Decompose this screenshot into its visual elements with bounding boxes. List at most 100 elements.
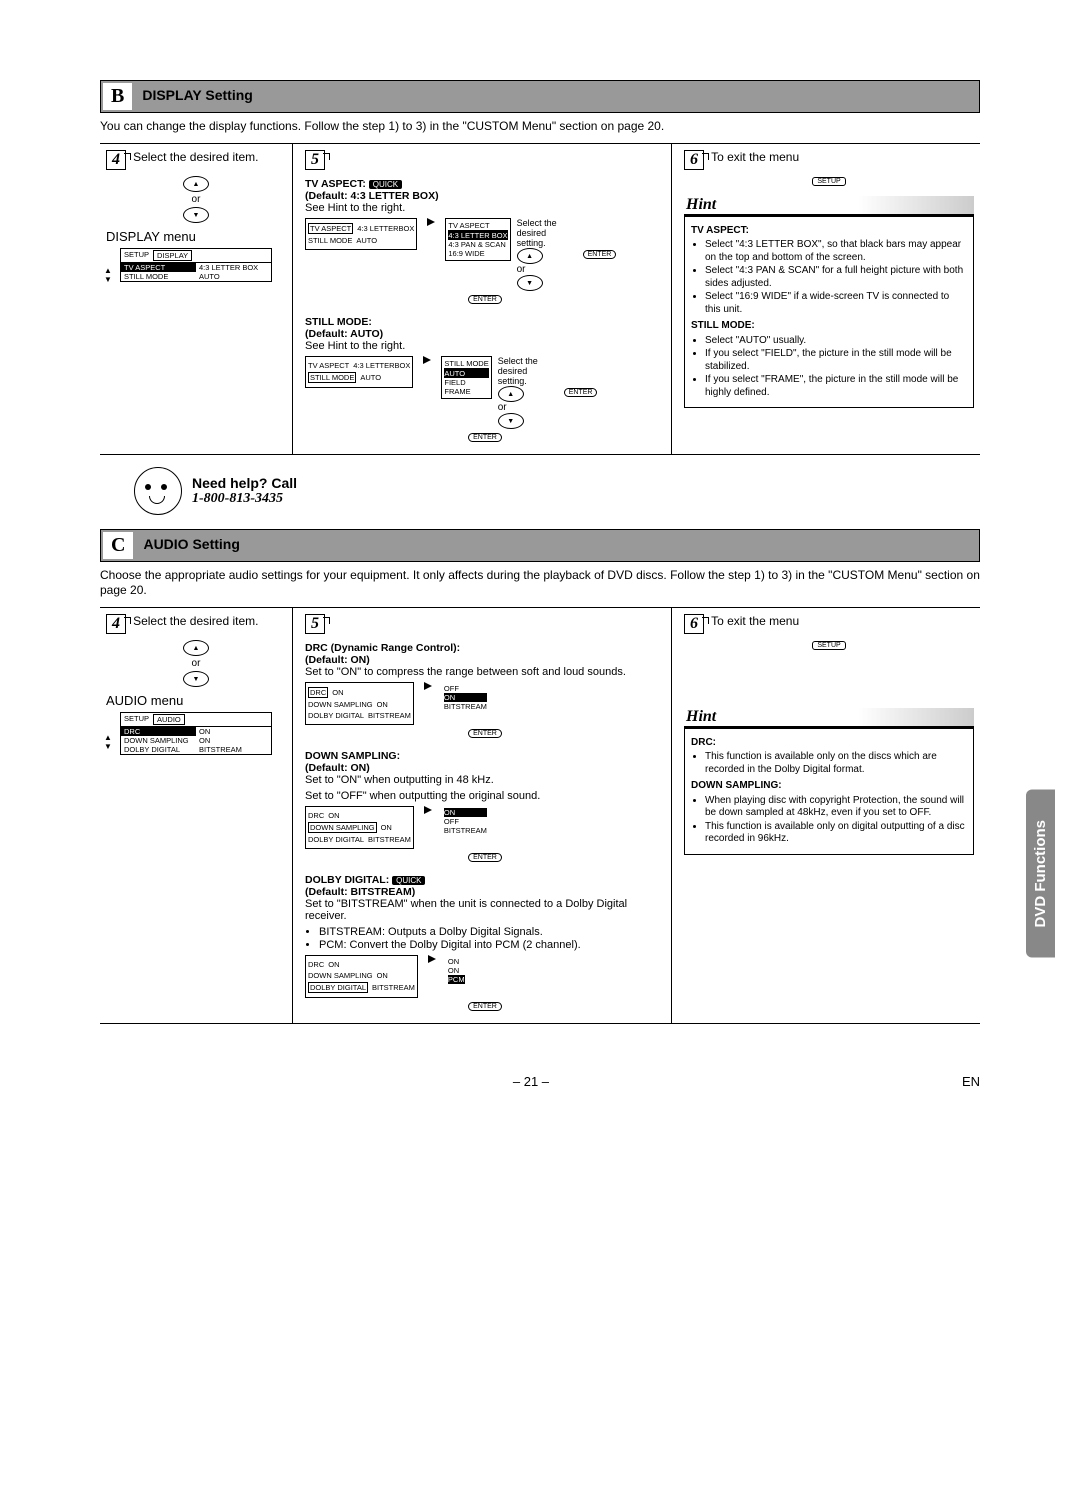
osd-tab-setup: SETUP <box>121 713 152 726</box>
hint-drc-head: DRC: <box>691 737 967 750</box>
setup-button-icon: SETUP <box>812 641 845 650</box>
hint-heading: Hint <box>684 708 974 728</box>
audio-step5: 5 DRC (Dynamic Range Control): (Default:… <box>299 608 672 1023</box>
page-lang: EN <box>962 1074 980 1089</box>
step6-text: To exit the menu <box>711 614 799 628</box>
section-c-title: AUDIO Setting <box>135 530 979 561</box>
drc-head: DRC (Dynamic Range Control): <box>305 642 665 654</box>
drc-rows: DRCON DOWN SAMPLINGON DOLBY DIGITALBITST… <box>305 682 414 725</box>
osd-tab-audio: AUDIO <box>153 714 185 725</box>
display-steps: 4 Select the desired item. or DISPLAY me… <box>100 143 980 455</box>
down-default: (Default: ON) <box>305 762 665 774</box>
arrow-right-icon <box>424 806 432 814</box>
hint-still-mode-head: STILL MODE: <box>691 320 967 333</box>
page-footer: – 21 – EN <box>100 1074 980 1089</box>
still-mode-default: (Default: AUTO) <box>305 328 665 340</box>
hint-item: Select "AUTO" usually. <box>705 335 967 348</box>
step-number-6: 6 <box>684 614 704 634</box>
scroll-arrows-icon: ▲▼ <box>104 266 112 284</box>
select-setting-label: Select the desired setting. or <box>517 218 577 291</box>
hint-item: If you select "FRAME", the picture in th… <box>705 374 967 399</box>
arrow-right-icon <box>423 356 431 364</box>
step-number-5: 5 <box>305 614 325 634</box>
help-callout: Need help? Call 1-800-813-3435 <box>134 467 980 515</box>
enter-button-icon: ENTER <box>583 250 617 259</box>
step6-text: To exit the menu <box>711 150 799 164</box>
step-number-4: 4 <box>106 614 126 634</box>
hint-item: When playing disc with copyright Protect… <box>705 795 967 820</box>
display-step4: 4 Select the desired item. or DISPLAY me… <box>100 144 293 454</box>
section-b-title: DISPLAY Setting <box>134 81 979 112</box>
osd-tab-setup: SETUP <box>121 249 152 262</box>
audio-step6: 6 To exit the menu SETUP Hint DRC: This … <box>678 608 980 1023</box>
setup-button-icon: SETUP <box>812 177 845 186</box>
enter-button-icon: ENTER <box>468 729 502 738</box>
up-button-icon <box>517 248 543 264</box>
dolby-opts: ON ON PCM <box>446 955 467 986</box>
tv-aspect-head: TV ASPECT: QUICK <box>305 178 665 190</box>
dolby-rows: DRCON DOWN SAMPLINGON DOLBY DIGITALBITST… <box>305 955 418 998</box>
step4-text: Select the desired item. <box>133 614 258 628</box>
section-b-intro: You can change the display functions. Fo… <box>100 119 980 135</box>
down-button-icon <box>183 671 209 687</box>
down-rows: DRCON DOWN SAMPLINGON DOLBY DIGITALBITST… <box>305 806 414 849</box>
display-hint-box: TV ASPECT: Select "4:3 LETTER BOX", so t… <box>684 216 974 409</box>
down-opts: ON OFF BITSTREAM <box>442 806 489 837</box>
hint-tv-aspect-head: TV ASPECT: <box>691 225 967 238</box>
quick-badge: QUICK <box>392 876 425 885</box>
osd-tab-display: DISPLAY <box>153 250 192 261</box>
section-c-letter: C <box>103 532 133 559</box>
hint-heading: Hint <box>684 196 974 216</box>
audio-step4: 4 Select the desired item. or AUDIO menu… <box>100 608 293 1023</box>
dolby-bullet: BITSTREAM: Outputs a Dolby Digital Signa… <box>319 926 665 938</box>
arrow-right-icon <box>428 955 436 963</box>
still-mode-hint: See Hint to the right. <box>305 340 665 352</box>
down-desc2: Set to "OFF" when outputting the origina… <box>305 790 665 802</box>
hint-item: Select "4:3 PAN & SCAN" for a full heigh… <box>705 265 967 290</box>
down-head: DOWN SAMPLING: <box>305 750 665 762</box>
still-mode-head: STILL MODE: <box>305 316 665 328</box>
dolby-desc: Set to "BITSTREAM" when the unit is conn… <box>305 898 665 922</box>
up-button-icon <box>183 176 209 192</box>
down-button-icon <box>498 413 524 429</box>
or-label: or <box>106 194 286 205</box>
arrow-right-icon <box>427 218 435 226</box>
dolby-bullet: PCM: Convert the Dolby Digital into PCM … <box>319 939 665 951</box>
display-step5: 5 TV ASPECT: QUICK (Default: 4:3 LETTER … <box>299 144 672 454</box>
or-label: or <box>106 658 286 669</box>
drc-desc: Set to "ON" to compress the range betwee… <box>305 666 665 678</box>
dolby-default: (Default: BITSTREAM) <box>305 886 665 898</box>
scroll-arrows-icon: ▲▼ <box>104 733 112 751</box>
tv-aspect-hint: See Hint to the right. <box>305 202 665 214</box>
help-label: Need help? Call <box>192 475 297 491</box>
step4-text: Select the desired item. <box>133 150 258 164</box>
audio-hint-box: DRC: This function is available only on … <box>684 728 974 855</box>
down-button-icon <box>183 207 209 223</box>
enter-button-icon: ENTER <box>468 433 502 442</box>
section-b-header: B DISPLAY Setting <box>100 80 980 113</box>
side-tab-dvd-functions: DVD Functions <box>1026 790 1055 958</box>
tv-aspect-options: TV ASPECT 4:3 LETTER BOX 4:3 PAN & SCAN … <box>445 218 510 261</box>
tv-aspect-default: (Default: 4:3 LETTER BOX) <box>305 190 665 202</box>
hint-item: This function is available only on the d… <box>705 751 967 776</box>
or-label: or <box>517 264 526 275</box>
step-number-6: 6 <box>684 150 704 170</box>
hint-item: Select "16:9 WIDE" if a wide-screen TV i… <box>705 291 967 316</box>
step-number-5: 5 <box>305 150 325 170</box>
enter-button-icon: ENTER <box>468 1002 502 1011</box>
page-number: – 21 – <box>513 1074 549 1089</box>
display-step6: 6 To exit the menu SETUP Hint TV ASPECT:… <box>678 144 980 454</box>
audio-menu-title: AUDIO menu <box>106 693 286 708</box>
hint-item: This function is available only on digit… <box>705 821 967 846</box>
audio-steps: 4 Select the desired item. or AUDIO menu… <box>100 607 980 1024</box>
down-desc1: Set to "ON" when outputting in 48 kHz. <box>305 774 665 786</box>
hint-item: If you select "FIELD", the picture in th… <box>705 348 967 373</box>
quick-badge: QUICK <box>369 180 402 189</box>
enter-button-icon: ENTER <box>468 295 502 304</box>
display-menu-title: DISPLAY menu <box>106 229 286 244</box>
arrow-right-icon <box>424 682 432 690</box>
drc-default: (Default: ON) <box>305 654 665 666</box>
hint-item: Select "4:3 LETTER BOX", so that black b… <box>705 239 967 264</box>
or-label: or <box>498 402 507 413</box>
section-c-header: C AUDIO Setting <box>100 529 980 562</box>
